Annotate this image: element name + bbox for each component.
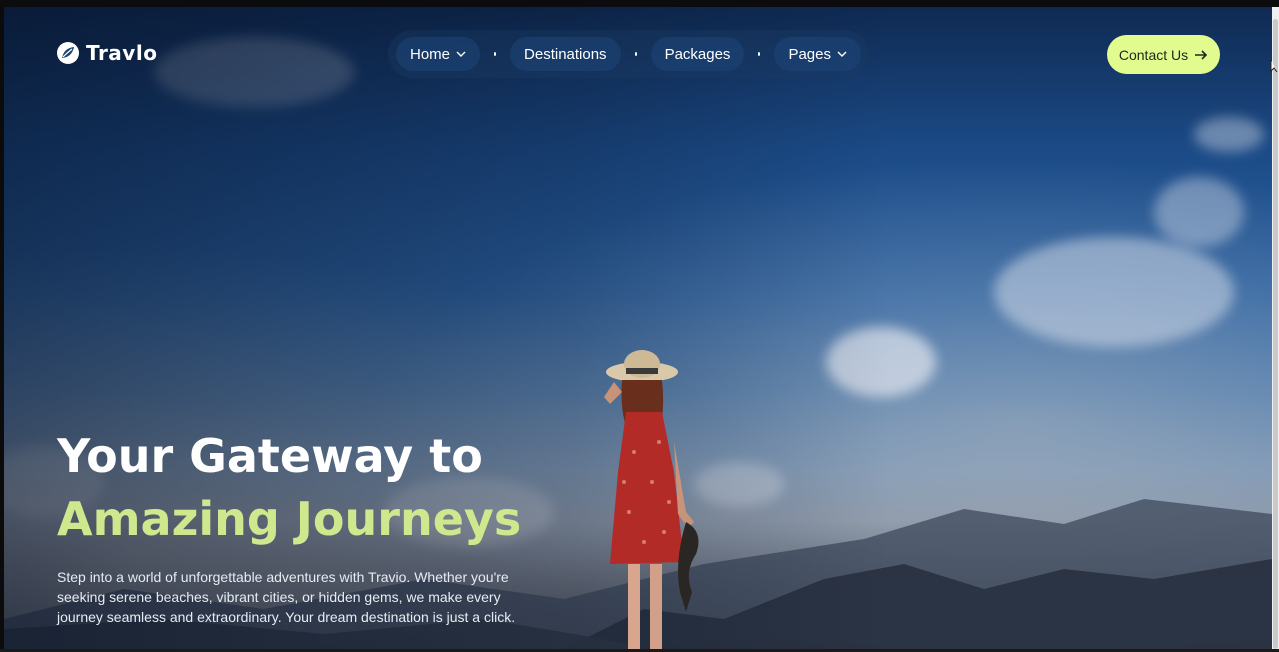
nav-separator-dot bbox=[494, 52, 497, 56]
mouse-cursor-icon bbox=[1270, 60, 1278, 73]
leaf-icon bbox=[57, 42, 79, 64]
screen: Travlo Home Destinations Packages Pages … bbox=[0, 0, 1279, 652]
nav-item-home[interactable]: Home bbox=[396, 37, 481, 71]
chevron-down-icon bbox=[837, 51, 847, 57]
scrollbar-thumb[interactable] bbox=[1273, 19, 1278, 649]
arrow-right-icon bbox=[1195, 49, 1208, 60]
nav-separator-dot bbox=[758, 52, 761, 56]
contact-us-label: Contact Us bbox=[1118, 46, 1189, 63]
hero-description: Step into a world of unforgettable adven… bbox=[57, 569, 516, 625]
nav-item-label: Destinations bbox=[524, 45, 607, 63]
nav-item-label: Pages bbox=[788, 45, 831, 63]
nav-item-destinations[interactable]: Destinations bbox=[510, 37, 621, 71]
nav-item-label: Packages bbox=[664, 45, 731, 63]
chevron-down-icon bbox=[456, 51, 466, 57]
nav-item-pages[interactable]: Pages bbox=[774, 37, 861, 71]
brand-logo[interactable]: Travlo bbox=[56, 41, 157, 65]
nav-item-label: Home bbox=[410, 45, 451, 63]
main-navigation: Home Destinations Packages Pages bbox=[388, 30, 869, 78]
headline-line-1: Your Gateway to bbox=[57, 429, 483, 483]
headline-line-2: Amazing Journeys bbox=[57, 492, 522, 546]
hero-headline: Your Gateway to Amazing Journeys bbox=[57, 425, 521, 551]
scrollbar[interactable] bbox=[1272, 7, 1279, 652]
contact-us-button[interactable]: Contact Us bbox=[1107, 35, 1220, 74]
hero-section: Travlo Home Destinations Packages Pages … bbox=[4, 7, 1272, 649]
brand-name: Travlo bbox=[86, 41, 158, 65]
window-top-bar bbox=[0, 0, 1279, 7]
traveler-illustration bbox=[604, 350, 699, 649]
nav-item-packages[interactable]: Packages bbox=[650, 37, 745, 71]
nav-separator-dot bbox=[634, 52, 637, 56]
